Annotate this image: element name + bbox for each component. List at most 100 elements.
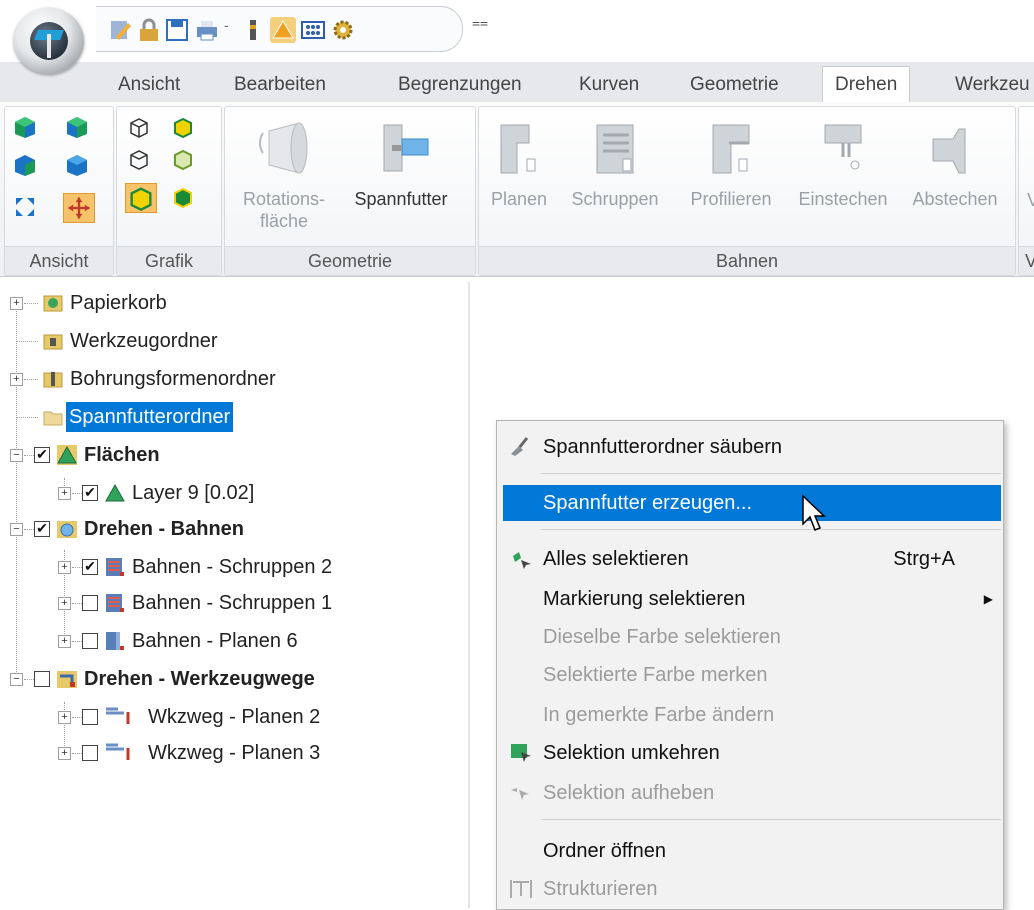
menu-item-select-marking[interactable]: Markierung selektieren ▶ xyxy=(497,581,1003,617)
tab-ansicht[interactable]: Ansicht xyxy=(118,70,180,102)
chuck-button[interactable]: Spannfutter xyxy=(341,113,461,210)
tab-bearbeiten[interactable]: Bearbeiten xyxy=(234,70,326,102)
dropdown-arrow-icon[interactable]: - xyxy=(224,17,229,33)
tree-item-label: Bahnen - Schruppen 2 xyxy=(132,556,333,578)
print-icon[interactable] xyxy=(194,17,220,43)
pencil-icon[interactable] xyxy=(108,17,134,43)
rotation-surface-button[interactable]: Rotations- fläche xyxy=(229,113,339,232)
collapse-icon[interactable]: − xyxy=(10,523,23,536)
broom-icon xyxy=(511,437,529,456)
tree-item-label: Wkzweg - Planen 3 xyxy=(148,742,321,764)
application-button[interactable] xyxy=(14,8,84,74)
tree-item-drehen-werkzeugwege[interactable]: − Drehen - Werkzeugwege xyxy=(8,662,448,696)
pan-icon[interactable] xyxy=(63,193,95,223)
menu-item-structure: Strukturieren xyxy=(497,871,1003,907)
tab-geometrie[interactable]: Geometrie xyxy=(690,70,779,102)
tree-item-bahnen-schruppen-2[interactable]: + ✔ Bahnen - Schruppen 2 xyxy=(8,550,448,584)
visibility-checkbox[interactable] xyxy=(82,745,98,761)
tree-item-layer-9[interactable]: + ✔ Layer 9 [0.02] xyxy=(8,476,448,510)
expand-icon[interactable]: + xyxy=(58,711,71,724)
view-top-icon[interactable] xyxy=(13,153,37,177)
customize-quick-access-dropdown[interactable]: ⩵ xyxy=(472,14,488,31)
expand-icon[interactable]: + xyxy=(58,561,71,574)
toolpath-icon xyxy=(106,743,130,760)
tab-begrenzungen[interactable]: Begrenzungen xyxy=(398,70,522,102)
visibility-checkbox[interactable]: ✔ xyxy=(82,485,98,501)
tree-item-wkzweg-planen-3[interactable]: + Wkzweg - Planen 3 xyxy=(8,736,448,770)
expand-icon[interactable]: + xyxy=(58,635,71,648)
visibility-checkbox[interactable]: ✔ xyxy=(34,447,50,463)
tree-item-papierkorb[interactable]: + Papierkorb xyxy=(8,286,448,320)
title-bar: - ⩵ xyxy=(0,0,1034,62)
deselect-icon xyxy=(511,788,529,800)
profiling-button[interactable]: Profilieren xyxy=(675,113,787,210)
toolpaths-icon xyxy=(57,671,77,688)
ribbon-group-label-geometrie: Geometrie xyxy=(225,246,475,275)
tree-item-label: Wkzweg - Planen 2 xyxy=(148,706,321,728)
expand-icon[interactable]: + xyxy=(10,373,23,386)
menu-item-select-same-color: Dieselbe Farbe selektieren xyxy=(543,626,781,648)
grooving-button[interactable]: Einstechen xyxy=(787,113,899,210)
wireframe-icon[interactable] xyxy=(127,115,151,139)
shaded-edges-icon[interactable] xyxy=(171,147,195,171)
tree-item-label: Flächen xyxy=(84,444,160,466)
visibility-checkbox[interactable] xyxy=(82,595,98,611)
shaded-icon[interactable] xyxy=(171,115,195,139)
tree-item-drehen-bahnen[interactable]: − ✔ Drehen - Bahnen xyxy=(8,512,448,546)
parting-button[interactable]: Abstechen xyxy=(899,113,1011,210)
facing-path-icon xyxy=(106,632,124,650)
expand-icon[interactable]: + xyxy=(58,597,71,610)
panel-splitter[interactable] xyxy=(468,282,470,908)
collapse-icon[interactable]: − xyxy=(10,449,23,462)
tree-item-spannfutterordner[interactable]: Spannfutterordner xyxy=(8,400,448,434)
facing-button[interactable]: Planen xyxy=(483,113,555,210)
menu-item-clear-selection: Selektion aufheben xyxy=(497,775,1003,811)
quick-access-toolbar: - xyxy=(96,6,463,52)
rotation-surface-icon xyxy=(259,122,308,174)
view-back-icon[interactable] xyxy=(65,115,89,139)
visibility-checkbox[interactable]: ✔ xyxy=(34,521,50,537)
roughing-path-icon xyxy=(106,558,124,576)
next-group-button[interactable]: V xyxy=(1027,189,1034,211)
roughing-button[interactable]: Schruppen xyxy=(559,113,671,210)
save-icon[interactable] xyxy=(164,17,190,43)
tree-item-bahnen-planen-6[interactable]: + Bahnen - Planen 6 xyxy=(8,624,448,658)
ribbon-group-label-ansicht: Ansicht xyxy=(5,246,113,275)
tree-item-werkzeugordner[interactable]: Werkzeugordner xyxy=(8,324,448,358)
gear-icon[interactable] xyxy=(330,17,356,43)
expand-icon[interactable]: + xyxy=(58,487,71,500)
tab-drehen[interactable]: Drehen xyxy=(822,66,911,104)
warning-icon[interactable] xyxy=(270,17,296,43)
tree-item-label: Werkzeugordner xyxy=(70,330,218,352)
menu-item-create-chuck[interactable]: Spannfutter erzeugen... xyxy=(503,485,1001,521)
lock-icon[interactable] xyxy=(136,17,162,43)
menu-item-open-folder[interactable]: Ordner öffnen xyxy=(497,833,1003,869)
collapse-icon[interactable]: − xyxy=(10,673,23,686)
expand-icon[interactable]: + xyxy=(10,297,23,310)
tree-item-bohrungsformenordner[interactable]: + Bohrungsformenordner xyxy=(8,362,448,396)
visibility-checkbox[interactable] xyxy=(82,633,98,649)
menu-item-clear-chuck-folder[interactable]: Spannfutterordner säubern xyxy=(497,429,1003,465)
menu-item-select-all[interactable]: Alles selektieren Strg+A xyxy=(497,541,1003,577)
tree-item-flaechen[interactable]: − ✔ Flächen xyxy=(8,438,448,472)
visibility-checkbox[interactable] xyxy=(82,709,98,725)
transparent-icon[interactable] xyxy=(171,185,195,209)
bar-icon[interactable] xyxy=(240,17,266,43)
render-icon[interactable] xyxy=(125,183,157,213)
tree-item-label: Spannfutterordner xyxy=(66,402,234,432)
tab-werkzeug[interactable]: Werkzeu xyxy=(955,70,1030,102)
visibility-checkbox[interactable] xyxy=(34,671,50,687)
menu-item-invert-selection[interactable]: Selektion umkehren xyxy=(497,735,1003,771)
zoom-fit-icon[interactable] xyxy=(13,195,37,219)
view-iso-icon[interactable] xyxy=(65,153,89,177)
toolpath-icon xyxy=(106,707,130,724)
tree-item-bahnen-schruppen-1[interactable]: + Bahnen - Schruppen 1 xyxy=(8,586,448,620)
view-front-icon[interactable] xyxy=(13,115,37,139)
expand-icon[interactable]: + xyxy=(58,747,71,760)
menu-separator xyxy=(541,529,1001,530)
tab-kurven[interactable]: Kurven xyxy=(579,70,639,102)
visibility-checkbox[interactable]: ✔ xyxy=(82,559,98,575)
hidden-lines-icon[interactable] xyxy=(127,147,151,171)
grid-icon[interactable] xyxy=(300,17,326,43)
tree-item-wkzweg-planen-2[interactable]: + Wkzweg - Planen 2 xyxy=(8,700,448,734)
